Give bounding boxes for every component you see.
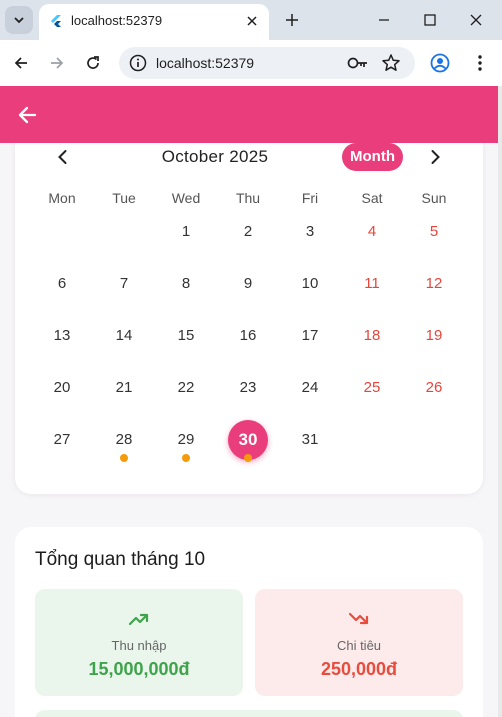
browser-tab[interactable]: localhost:52379 xyxy=(39,4,269,40)
close-tab-button[interactable] xyxy=(241,10,263,32)
income-value: 15,000,000đ xyxy=(88,659,190,679)
plus-icon xyxy=(286,14,298,26)
calendar-day[interactable]: 25 xyxy=(341,376,403,400)
tab-title: localhost:52379 xyxy=(71,13,163,28)
weekday-label: Sun xyxy=(421,190,447,206)
weekday-label: Sat xyxy=(361,190,383,206)
window-edge xyxy=(498,86,502,717)
expense-label: Chi tiêu xyxy=(336,638,382,653)
calendar-month-title: October 2025 xyxy=(161,147,269,166)
trending-up-icon xyxy=(128,613,149,626)
calendar-day[interactable]: 4 xyxy=(341,220,403,244)
calendar-day[interactable]: 17 xyxy=(279,324,341,348)
maximize-button[interactable] xyxy=(416,6,444,34)
transaction-dot xyxy=(244,454,252,462)
transaction-dot xyxy=(182,454,190,462)
more-vertical-icon xyxy=(478,55,482,71)
calendar-day[interactable]: 27 xyxy=(31,428,93,452)
calendar-day[interactable]: 20 xyxy=(31,376,93,400)
account-icon xyxy=(430,53,450,73)
reload-icon xyxy=(87,56,99,69)
browser-menu-button[interactable] xyxy=(466,49,494,77)
app-bar xyxy=(0,86,498,143)
transaction-dot xyxy=(120,454,128,462)
summary-title: Tổng quan tháng 10 xyxy=(35,549,206,570)
back-button[interactable] xyxy=(7,49,35,77)
calendar-day[interactable]: 21 xyxy=(93,376,155,400)
calendar-day[interactable]: 8 xyxy=(155,272,217,296)
url-text: localhost:52379 xyxy=(156,55,255,71)
close-icon xyxy=(470,14,482,26)
weekday-label: Fri xyxy=(301,190,319,206)
calendar-day[interactable]: 22 xyxy=(155,376,217,400)
calendar-day[interactable]: 3 xyxy=(279,220,341,244)
calendar-day[interactable]: 18 xyxy=(341,324,403,348)
calendar-day[interactable]: 31 xyxy=(279,428,341,452)
minimize-button[interactable] xyxy=(370,6,398,34)
chevron-down-icon xyxy=(14,17,24,24)
calendar-day[interactable]: 24 xyxy=(279,376,341,400)
arrow-right-icon xyxy=(51,57,64,69)
close-window-button[interactable] xyxy=(462,6,490,34)
back-arrow-icon[interactable] xyxy=(16,104,38,126)
minimize-icon xyxy=(379,19,389,21)
calendar-day[interactable]: 1 xyxy=(155,220,217,244)
calendar-day[interactable]: 23 xyxy=(217,376,279,400)
info-icon xyxy=(129,54,147,72)
weekday-label: Thu xyxy=(235,190,261,206)
close-icon xyxy=(247,16,257,26)
calendar-day[interactable]: 29 xyxy=(155,428,217,452)
maximize-icon xyxy=(424,14,436,26)
arrow-left-icon xyxy=(14,57,27,69)
profile-button[interactable] xyxy=(426,49,454,77)
weekday-label: Wed xyxy=(171,190,201,206)
expense-value: 250,000đ xyxy=(320,659,398,679)
key-icon[interactable] xyxy=(347,54,369,72)
tab-search-button[interactable] xyxy=(5,6,33,34)
calendar-day[interactable]: 11 xyxy=(341,272,403,296)
chevron-right-icon[interactable] xyxy=(425,147,445,167)
calendar-day[interactable]: 28 xyxy=(93,428,155,452)
calendar-day[interactable]: 5 xyxy=(403,220,465,244)
address-bar[interactable]: localhost:52379 xyxy=(119,47,415,79)
calendar-day[interactable]: 15 xyxy=(155,324,217,348)
flutter-icon xyxy=(51,15,61,27)
calendar-day[interactable]: 9 xyxy=(217,272,279,296)
weekday-label: Tue xyxy=(112,190,136,206)
calendar-day[interactable]: 12 xyxy=(403,272,465,296)
expense-tile[interactable]: Chi tiêu 250,000đ xyxy=(255,589,463,696)
calendar-day[interactable]: 13 xyxy=(31,324,93,348)
calendar-day[interactable]: 16 xyxy=(217,324,279,348)
calendar-day[interactable]: 19 xyxy=(403,324,465,348)
forward-button[interactable] xyxy=(43,49,71,77)
balance-tile[interactable] xyxy=(35,710,463,717)
calendar-day[interactable]: 14 xyxy=(93,324,155,348)
calendar-day[interactable]: 6 xyxy=(31,272,93,296)
income-tile[interactable]: Thu nhập 15,000,000đ xyxy=(35,589,243,696)
new-tab-button[interactable] xyxy=(281,9,303,31)
calendar-day[interactable]: 2 xyxy=(217,220,279,244)
monthly-summary-card: Tổng quan tháng 10 Thu nhập 15,000,000đ … xyxy=(15,527,483,717)
browser-toolbar: localhost:52379 xyxy=(0,40,502,86)
trending-down-icon xyxy=(348,612,369,625)
calendar-day[interactable]: 26 xyxy=(403,376,465,400)
month-view-button[interactable]: Month xyxy=(342,143,403,171)
income-label: Thu nhập xyxy=(111,638,167,653)
calendar-day[interactable]: 7 xyxy=(93,272,155,296)
page-content: October 2025 Month Mon Tue Wed Thu Fri Sat Sun… xyxy=(0,143,498,717)
browser-tab-bar: localhost:52379 xyxy=(0,0,502,40)
star-icon[interactable] xyxy=(381,53,401,73)
chevron-left-icon[interactable] xyxy=(53,147,73,167)
weekday-label: Mon xyxy=(48,190,76,206)
calendar-day[interactable]: 10 xyxy=(279,272,341,296)
reload-button[interactable] xyxy=(79,49,107,77)
calendar-card: October 2025 Month Mon Tue Wed Thu Fri Sat Sun… xyxy=(15,143,483,494)
